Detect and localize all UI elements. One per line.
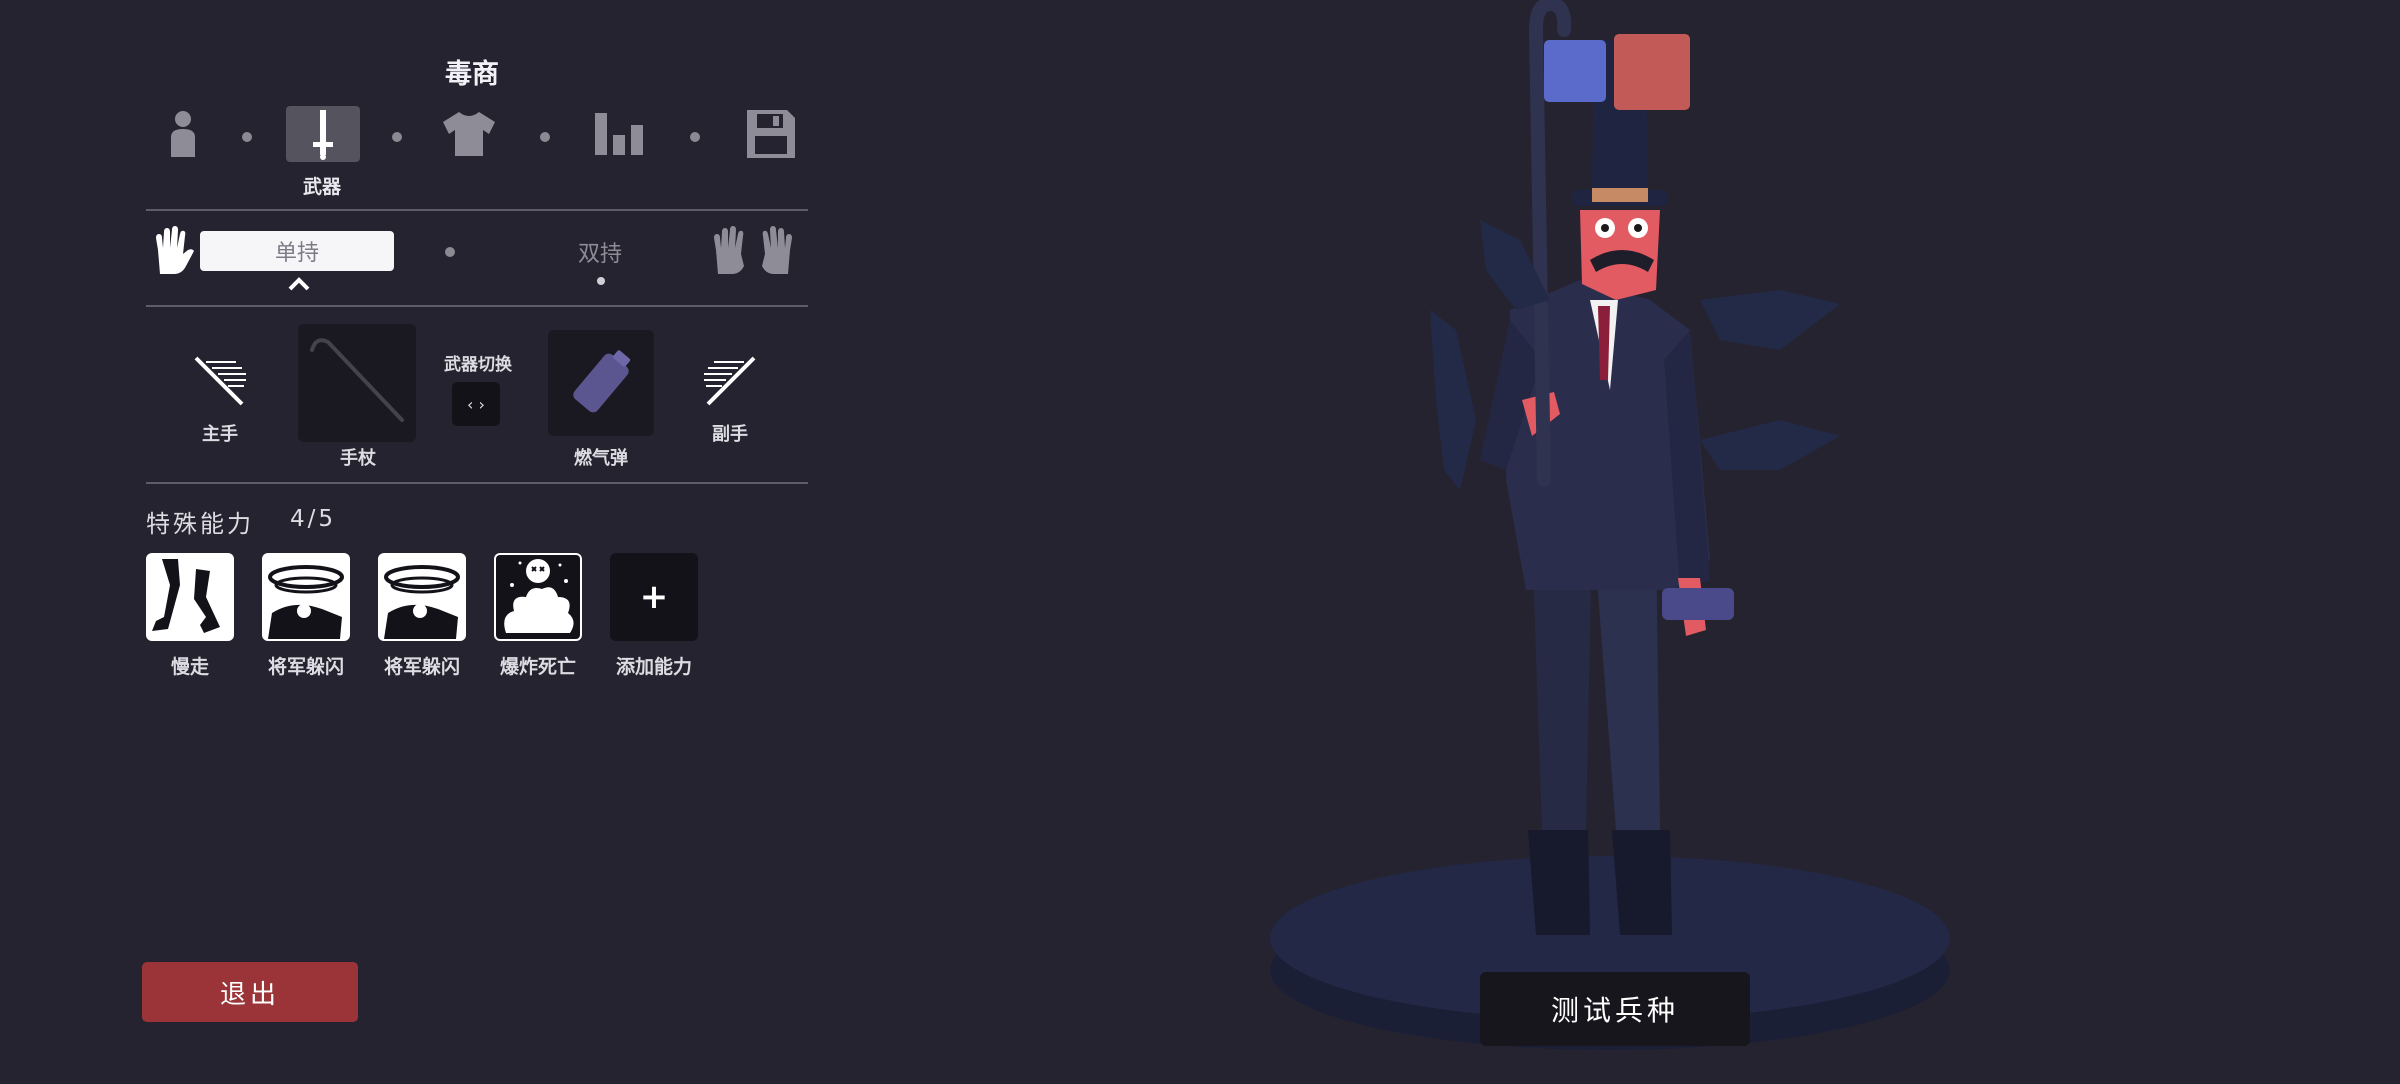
off-weapon-label: 燃气弹 [574, 448, 628, 469]
clothing-icon [443, 112, 495, 156]
weapon-swap-button[interactable]: ‹ › [452, 382, 500, 426]
tab-character[interactable] [146, 106, 220, 162]
two-hands-icon [708, 226, 798, 280]
off-weapon-slot[interactable] [548, 330, 654, 436]
unit-name: 毒商 [445, 59, 499, 90]
off-hand-label: 副手 [712, 424, 748, 445]
main-hand-label: 主手 [202, 424, 238, 445]
main-weapon-label: 手杖 [340, 448, 376, 469]
test-unit-button[interactable]: 测试兵种 [1480, 972, 1750, 1046]
abilities-title: 特殊能力 [146, 510, 254, 538]
weapon-swap-label: 武器切换 [444, 355, 512, 375]
weapon-icon [313, 110, 333, 160]
single-hand-icon [150, 226, 196, 280]
abilities-count: 4/5 [290, 506, 337, 532]
dual-grip-indicator [597, 277, 605, 285]
tab-separator [392, 132, 402, 142]
divider [146, 482, 808, 484]
save-icon [747, 110, 795, 158]
main-weapon-slot[interactable] [298, 324, 416, 442]
category-tabs [146, 106, 796, 196]
tab-weapon[interactable] [286, 106, 360, 162]
ability-slot[interactable] [494, 553, 582, 641]
single-grip-button[interactable]: 单持 [200, 231, 394, 271]
tab-separator [690, 132, 700, 142]
general-dodge-icon [380, 555, 464, 639]
ability-label: 将军躲闪 [267, 656, 344, 678]
cane-icon [310, 338, 404, 422]
selected-caret-icon [288, 276, 310, 291]
tab-separator [242, 132, 252, 142]
unit-model [1270, 0, 1950, 1050]
gas-grenade-icon [573, 350, 631, 413]
character-icon [171, 111, 195, 157]
ability-label: 爆炸死亡 [499, 656, 576, 678]
tab-save[interactable] [734, 106, 808, 162]
add-ability-button[interactable]: + [610, 553, 698, 641]
tab-stats[interactable] [582, 106, 656, 162]
tab-separator [540, 132, 550, 142]
active-tab-label: 武器 [302, 176, 341, 198]
stats-icon [595, 113, 643, 155]
ability-slot[interactable] [146, 553, 234, 641]
slow-walk-icon [148, 555, 232, 639]
ability-label: 将军躲闪 [383, 656, 460, 678]
unit-preview[interactable] [1260, 0, 1960, 1080]
ability-slot[interactable] [378, 553, 466, 641]
tab-clothing[interactable] [432, 106, 506, 162]
explode-death-icon [496, 555, 580, 639]
off-hand-sword-icon [700, 352, 758, 414]
grip-separator [445, 247, 455, 257]
divider [146, 305, 808, 307]
ability-label: 慢走 [170, 656, 209, 678]
add-ability-label: 添加能力 [615, 656, 692, 678]
main-hand-sword-icon [192, 352, 250, 414]
team-blue-swatch[interactable] [1544, 40, 1606, 102]
team-red-swatch[interactable] [1614, 34, 1690, 110]
divider [146, 209, 808, 211]
exit-button[interactable]: 退出 [142, 962, 358, 1022]
dual-grip-button[interactable]: 双持 [550, 236, 650, 268]
ability-slot[interactable] [262, 553, 350, 641]
general-dodge-icon [264, 555, 348, 639]
